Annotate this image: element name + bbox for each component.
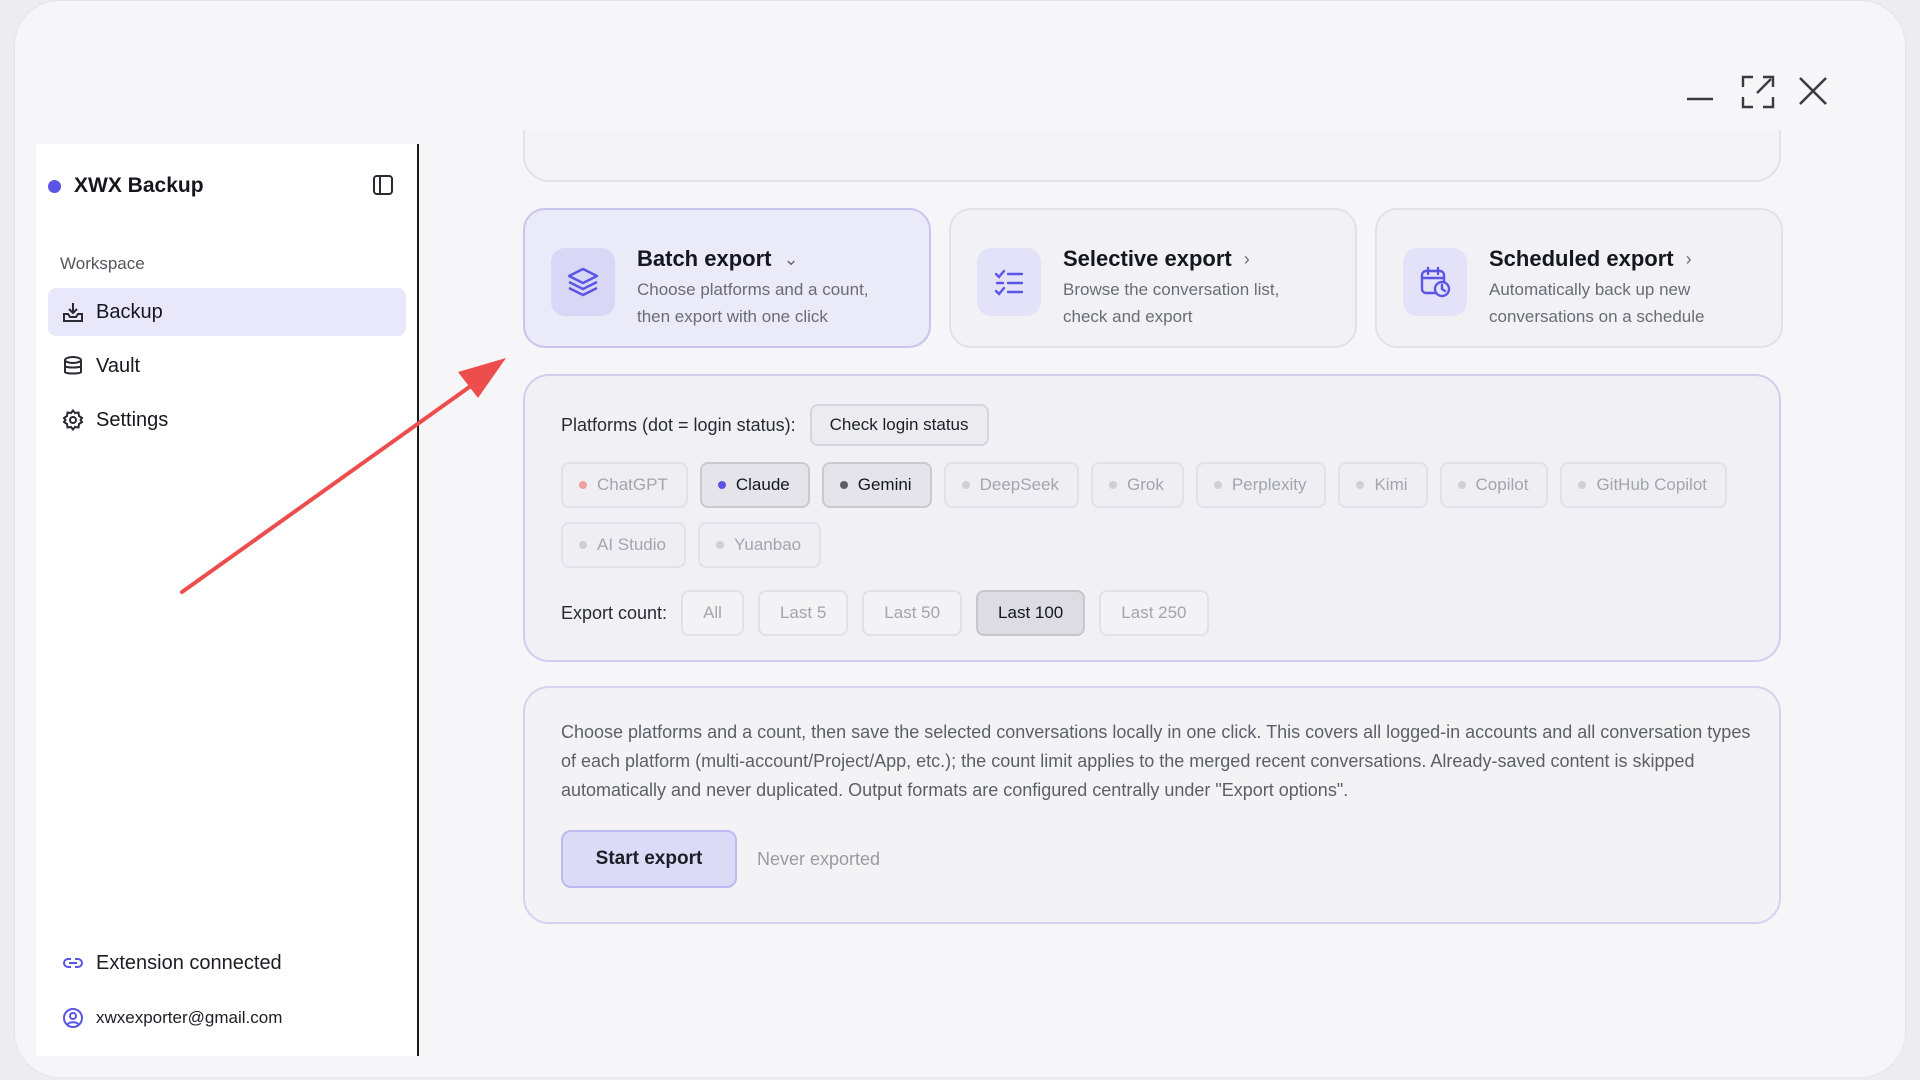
user-circle-icon [60,1005,86,1031]
platform-chip-yuanbao[interactable]: Yuanbao [698,522,822,568]
platform-chip-ai-studio[interactable]: AI Studio [561,522,686,568]
brand-name: XWX Backup [74,174,204,197]
login-status-dot [717,481,726,489]
platform-panel: Platforms (dot = login status): Check lo… [523,374,1781,662]
export-count-label: Export count: [561,602,668,623]
sidebar-item-label: Backup [96,300,163,323]
login-status-dot [1356,481,1365,489]
sidebar-toggle-button[interactable] [372,174,394,201]
login-status-dot [579,541,587,549]
chevron-right-icon: › [1685,248,1692,269]
platform-chip-chatgpt[interactable]: ChatGPT [561,462,688,508]
platform-chip-perplexity[interactable]: Perplexity [1195,462,1327,508]
link-icon [60,950,86,976]
sidebar-item-label: Settings [96,408,169,431]
minimize-icon [1687,97,1713,101]
login-status-dot [579,481,587,489]
sidebar-nav: Backup Vault Settings [48,288,406,450]
count-option-last-250[interactable]: Last 250 [1099,590,1209,636]
login-status-dot [1213,481,1222,489]
calendar-clock-icon [1403,248,1467,316]
extension-status[interactable]: Extension connected [60,950,282,976]
mode-description: Browse the conversation list, check and e… [1063,280,1280,326]
layers-icon [551,248,615,316]
mode-title: Selective export [1063,246,1232,271]
platform-chip-copilot[interactable]: Copilot [1439,462,1549,508]
mode-title: Batch export [637,246,772,271]
mode-card-batch-export[interactable]: Batch export ⌄ Choose platforms and a cou… [523,208,931,348]
export-description: Choose platforms and a count, then save … [561,722,1751,800]
account-email: xwxexporter@gmail.com [96,1008,283,1027]
check-login-status-button[interactable]: Check login status [809,404,989,446]
platform-chips: ChatGPT Claude Gemini DeepSeek Grok Perp… [561,462,1741,568]
platforms-label: Platforms (dot = login status): [561,414,796,435]
brand: XWX Backup [48,174,204,198]
database-icon [60,353,86,379]
previous-card-partial [523,130,1781,182]
sidebar-panel-icon [373,175,393,195]
gear-icon [60,407,86,433]
login-status-dot [961,481,970,489]
minimize-button[interactable] [1685,75,1715,105]
login-status-dot [839,481,848,489]
expand-icon [1741,75,1775,109]
section-label-workspace: Workspace [60,254,145,273]
login-status-dot [1108,481,1117,489]
platform-chip-deepseek[interactable]: DeepSeek [943,462,1079,508]
mode-description: Automatically back up new conversations o… [1489,280,1705,326]
sidebar-item-backup[interactable]: Backup [48,288,406,336]
export-info-panel: Choose platforms and a count, then save … [523,686,1781,924]
start-export-button[interactable]: Start export [561,830,737,888]
count-option-last-50[interactable]: Last 50 [862,590,963,636]
chevron-right-icon: › [1243,248,1250,269]
sidebar: XWX Backup Workspace Backup Vault Settin… [36,144,419,1056]
chevron-down-icon: ⌄ [783,248,799,269]
mode-description: Choose platforms and a count, then export… [637,280,869,326]
close-button[interactable] [1797,75,1829,107]
download-tray-icon [60,299,86,325]
platform-chip-grok[interactable]: Grok [1090,462,1184,508]
mode-card-scheduled-export[interactable]: Scheduled export › Automatically back up … [1375,208,1783,348]
sidebar-item-label: Vault [96,354,141,377]
count-option-last-5[interactable]: Last 5 [757,590,849,636]
account-row[interactable]: xwxexporter@gmail.com [60,1005,282,1031]
brand-dot [48,179,61,193]
mode-title: Scheduled export [1489,246,1674,271]
login-status-dot [1578,481,1587,489]
maximize-button[interactable] [1741,75,1775,109]
mode-card-selective-export[interactable]: Selective export › Browse the conversatio… [949,208,1357,348]
close-icon [1799,77,1827,105]
count-option-all[interactable]: All [681,590,744,636]
platform-chip-github-copilot[interactable]: GitHub Copilot [1560,462,1728,508]
platform-chip-kimi[interactable]: Kimi [1338,462,1428,508]
export-status: Never exported [757,848,881,869]
sidebar-item-vault[interactable]: Vault [48,342,406,390]
count-option-last-100[interactable]: Last 100 [976,590,1086,636]
extension-status-text: Extension connected [96,951,282,974]
platform-chip-gemini[interactable]: Gemini [821,462,932,508]
checklist-icon [977,248,1041,316]
sidebar-item-settings[interactable]: Settings [48,396,406,444]
platform-chip-claude[interactable]: Claude [699,462,810,508]
export-count-row: Export count: All Last 5 Last 50 Last 10… [561,590,1223,636]
login-status-dot [716,541,724,549]
login-status-dot [1457,481,1466,489]
